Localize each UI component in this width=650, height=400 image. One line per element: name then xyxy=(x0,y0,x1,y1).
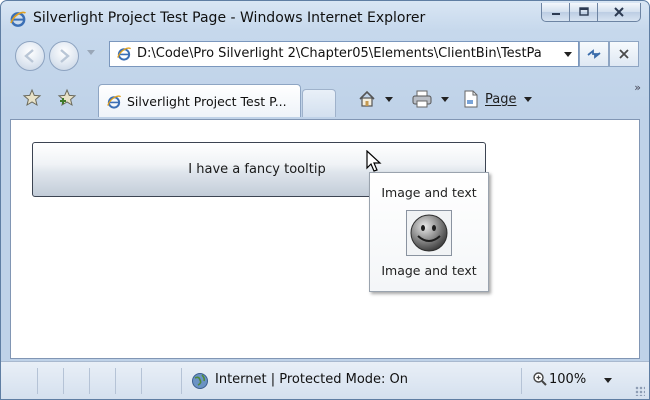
add-favorites-icon xyxy=(57,88,77,107)
home-icon xyxy=(359,90,375,107)
ie-logo-icon xyxy=(10,11,26,27)
mouse-cursor-icon xyxy=(366,150,382,172)
tooltip-popup: Image and text Image and text xyxy=(369,172,489,292)
page-dropdown-arrow[interactable] xyxy=(524,96,533,102)
add-favorites-button[interactable] xyxy=(56,87,78,109)
stop-button[interactable] xyxy=(609,41,639,67)
page-icon xyxy=(464,90,478,108)
zoom-dropdown-arrow[interactable] xyxy=(604,378,612,383)
tooltip-image xyxy=(406,210,452,256)
refresh-button[interactable] xyxy=(579,41,609,67)
new-tab-button[interactable] xyxy=(302,89,336,117)
ie-page-icon xyxy=(117,47,132,61)
forward-button[interactable] xyxy=(49,41,79,71)
smiley-face-icon xyxy=(410,214,448,252)
tab-silverlight-test-page[interactable]: Silverlight Project Test P... xyxy=(98,84,301,117)
print-button[interactable] xyxy=(411,89,449,109)
fancy-button-label: I have a fancy tooltip xyxy=(188,162,326,177)
minimize-button[interactable] xyxy=(541,3,570,22)
resize-grip[interactable] xyxy=(635,386,645,396)
page-menu[interactable]: Page xyxy=(461,89,533,109)
close-icon xyxy=(614,7,624,17)
back-arrow-icon xyxy=(24,49,34,63)
status-divider xyxy=(521,368,522,394)
tooltip-top-text: Image and text xyxy=(381,185,477,200)
address-bar[interactable]: D:\Code\Pro Silverlight 2\Chapter05\Elem… xyxy=(109,41,579,67)
tooltip-bottom-text: Image and text xyxy=(381,263,477,278)
internet-globe-icon xyxy=(192,373,208,389)
caption-buttons xyxy=(541,3,641,22)
status-divider xyxy=(181,368,182,394)
page-content: I have a fancy tooltip Image and text Im… xyxy=(10,119,640,359)
browser-window: Silverlight Project Test Page - Windows … xyxy=(0,0,650,400)
refresh-icon xyxy=(587,49,601,59)
toolbar-overflow-chevron[interactable]: » xyxy=(634,81,641,94)
status-divider xyxy=(89,368,90,394)
status-divider xyxy=(63,368,64,394)
favorites-button[interactable] xyxy=(21,87,43,109)
navigation-bar: D:\Code\Pro Silverlight 2\Chapter05\Elem… xyxy=(1,37,649,77)
zoom-level[interactable]: 100% xyxy=(549,372,586,387)
command-bar: Silverlight Project Test P... Page » xyxy=(1,81,649,119)
zoom-magnifier-icon xyxy=(533,372,547,386)
tab-label: Silverlight Project Test P... xyxy=(127,94,287,109)
ie-page-icon xyxy=(107,95,122,109)
close-button[interactable] xyxy=(597,3,641,22)
history-dropdown-arrow[interactable] xyxy=(87,50,95,55)
stop-icon xyxy=(619,49,629,59)
status-divider xyxy=(115,368,116,394)
address-dropdown-arrow[interactable] xyxy=(564,52,572,57)
forward-arrow-icon xyxy=(60,49,70,63)
back-button[interactable] xyxy=(15,41,45,71)
home-dropdown-arrow[interactable] xyxy=(385,96,393,102)
maximize-button[interactable] xyxy=(569,3,598,22)
security-zone-text[interactable]: Internet | Protected Mode: On xyxy=(215,372,408,387)
minimize-icon xyxy=(551,13,560,15)
print-dropdown-arrow[interactable] xyxy=(441,96,449,102)
favorites-star-icon xyxy=(22,88,42,107)
status-bar: Internet | Protected Mode: On 100% xyxy=(1,361,649,399)
home-button[interactable] xyxy=(357,89,393,109)
title-bar[interactable]: Silverlight Project Test Page - Windows … xyxy=(1,1,649,35)
print-icon xyxy=(412,90,432,108)
window-title: Silverlight Project Test Page - Windows … xyxy=(33,10,426,26)
maximize-icon xyxy=(578,7,589,16)
status-divider xyxy=(37,368,38,394)
page-menu-label: Page xyxy=(485,91,517,107)
status-divider xyxy=(141,368,142,394)
address-text: D:\Code\Pro Silverlight 2\Chapter05\Elem… xyxy=(137,46,542,61)
